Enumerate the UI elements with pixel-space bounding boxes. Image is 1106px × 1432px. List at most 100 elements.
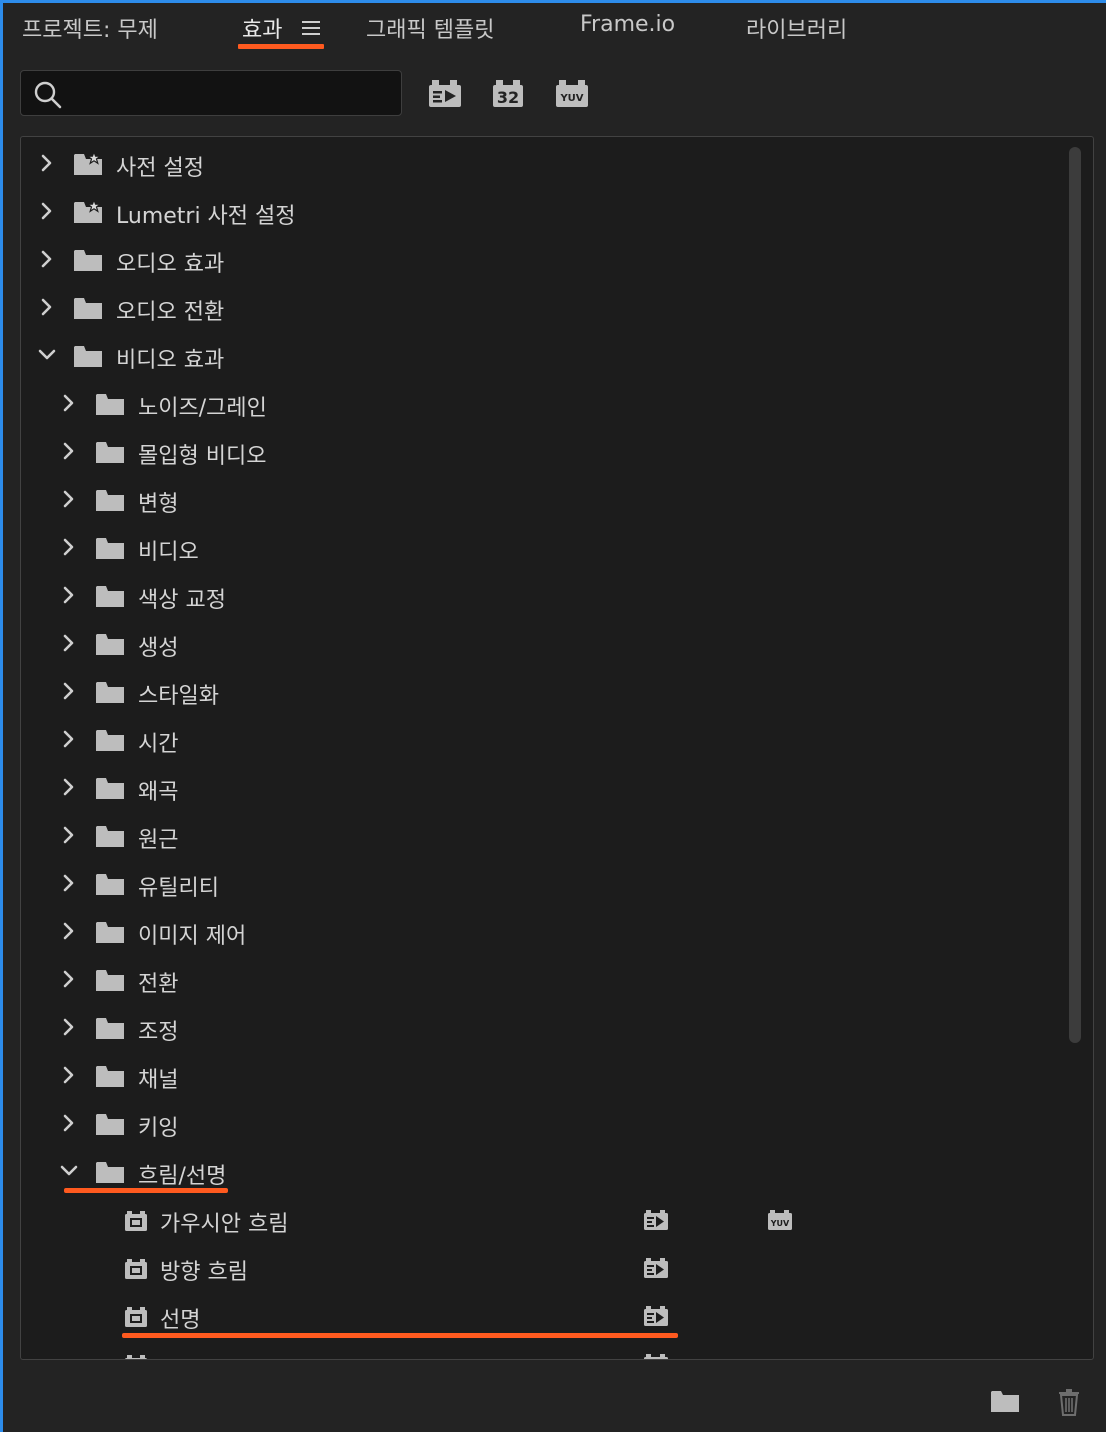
chevron-right-icon[interactable]	[58, 1064, 80, 1086]
chevron-right-icon[interactable]	[36, 248, 58, 270]
effect-item[interactable]	[21, 1340, 1061, 1359]
search-input[interactable]	[81, 79, 395, 109]
chevron-right-icon[interactable]	[58, 680, 80, 702]
search-icon	[34, 81, 62, 109]
tab-effects[interactable]: 효과	[242, 12, 282, 44]
tree-folder-item[interactable]: 오디오 효과	[21, 236, 1061, 284]
folder-icon	[95, 488, 125, 511]
32-bit-color-icon[interactable]: 32	[492, 79, 524, 109]
tree-folder-item[interactable]: 비디오	[21, 524, 1061, 572]
tree-item-label: 흐림/선명	[138, 1164, 227, 1189]
folder-icon	[95, 728, 125, 751]
chevron-right-icon[interactable]	[58, 728, 80, 750]
tree-item-label: 비디오 효과	[116, 348, 225, 373]
highlight-underline-sharpen	[122, 1333, 678, 1338]
tree-item-label: 색상 교정	[138, 588, 226, 613]
tree-folder-item[interactable]: 왜곡	[21, 764, 1061, 812]
tree-item-label: 시간	[138, 732, 179, 757]
chevron-right-icon[interactable]	[58, 824, 80, 846]
folder-icon	[95, 440, 125, 463]
new-custom-bin-icon[interactable]	[990, 1388, 1020, 1414]
chevron-right-icon[interactable]	[36, 152, 58, 174]
video-effect-icon	[124, 1210, 148, 1232]
tree-folder-item[interactable]: 몰입형 비디오	[21, 428, 1061, 476]
effect-item-label: 가우시안 흐림	[160, 1212, 289, 1237]
tree-folder-item[interactable]: 채널	[21, 1052, 1061, 1100]
tree-folder-item[interactable]: 변형	[21, 476, 1061, 524]
tree-folder-item[interactable]: 이미지 제어	[21, 908, 1061, 956]
accelerated-effect-badge-icon	[643, 1305, 669, 1327]
chevron-right-icon[interactable]	[36, 200, 58, 222]
tree-item-label: 채널	[138, 1068, 179, 1093]
tab-graphic-templates[interactable]: 그래픽 템플릿	[366, 12, 494, 44]
scrollbar-thumb[interactable]	[1069, 147, 1081, 1043]
folder-icon	[95, 776, 125, 799]
chevron-down-icon[interactable]	[36, 344, 58, 366]
folder-icon	[95, 392, 125, 415]
folder-icon	[95, 968, 125, 991]
tree-folder-item[interactable]: 비디오 효과	[21, 332, 1061, 380]
tree-folder-item[interactable]: Lumetri 사전 설정	[21, 188, 1061, 236]
tree-item-label: 사전 설정	[116, 156, 204, 181]
tree-folder-item[interactable]: 오디오 전환	[21, 284, 1061, 332]
yuv-badge-label: YUV	[770, 1219, 790, 1228]
folder-icon	[73, 344, 103, 367]
effects-tree-panel: 사전 설정 Lumetri 사전 설정오디오 효과오디오 전환비디오 효과노이즈/…	[20, 136, 1094, 1360]
tree-item-label: 오디오 효과	[116, 252, 225, 277]
tree-folder-item[interactable]: 조정	[21, 1004, 1061, 1052]
tree-folder-item[interactable]: 전환	[21, 956, 1061, 1004]
folder-icon	[73, 248, 103, 271]
effect-item[interactable]: 가우시안 흐림 YUV	[21, 1196, 1061, 1244]
folder-icon	[95, 1160, 125, 1183]
chevron-right-icon[interactable]	[58, 920, 80, 942]
folder-icon	[95, 1064, 125, 1087]
chevron-right-icon[interactable]	[58, 440, 80, 462]
chevron-right-icon[interactable]	[58, 392, 80, 414]
filter-32-label: 32	[497, 88, 519, 107]
tree-folder-item[interactable]: 키잉	[21, 1100, 1061, 1148]
effect-item[interactable]: 방향 흐림	[21, 1244, 1061, 1292]
active-tab-underline	[238, 44, 324, 49]
filter-yuv-label: YUV	[559, 93, 583, 104]
tab-libraries[interactable]: 라이브러리	[746, 12, 847, 44]
chevron-right-icon[interactable]	[58, 872, 80, 894]
tree-folder-item[interactable]: 생성	[21, 620, 1061, 668]
effect-item-label: 선명	[160, 1308, 201, 1333]
tab-frame-io[interactable]: Frame.io	[580, 12, 675, 37]
chevron-right-icon[interactable]	[58, 584, 80, 606]
tree-folder-item[interactable]: 노이즈/그레인	[21, 380, 1061, 428]
tab-project[interactable]: 프로젝트: 무제	[22, 12, 158, 44]
hamburger-menu-icon[interactable]	[302, 20, 320, 36]
chevron-right-icon[interactable]	[58, 488, 80, 510]
chevron-right-icon[interactable]	[58, 968, 80, 990]
chevron-right-icon[interactable]	[58, 536, 80, 558]
chevron-right-icon[interactable]	[58, 1112, 80, 1134]
tree-item-label: 키잉	[138, 1116, 179, 1141]
chevron-right-icon[interactable]	[58, 632, 80, 654]
folder-icon	[95, 584, 125, 607]
folder-icon	[95, 632, 125, 655]
chevron-right-icon[interactable]	[58, 776, 80, 798]
yuv-effects-icon[interactable]: YUV	[555, 79, 589, 109]
tree-folder-item[interactable]: 색상 교정	[21, 572, 1061, 620]
tree-folder-item[interactable]: 유틸리티	[21, 860, 1061, 908]
tree-item-label: Lumetri 사전 설정	[116, 204, 296, 229]
tree-folder-item[interactable]: 원근	[21, 812, 1061, 860]
folder-icon	[95, 920, 125, 943]
accelerated-effect-badge-icon	[643, 1257, 669, 1279]
accelerated-effects-icon[interactable]	[428, 79, 462, 109]
window-focus-border-left	[0, 0, 3, 1432]
preset-folder-icon	[73, 198, 103, 223]
tree-folder-item[interactable]: 사전 설정	[21, 140, 1061, 188]
chevron-right-icon[interactable]	[36, 296, 58, 318]
tree-item-label: 스타일화	[138, 684, 219, 709]
tree-folder-item[interactable]: 스타일화	[21, 668, 1061, 716]
video-effect-icon	[124, 1258, 148, 1280]
chevron-right-icon[interactable]	[58, 1016, 80, 1038]
folder-icon	[95, 1016, 125, 1039]
folder-icon	[95, 1112, 125, 1135]
chevron-down-icon[interactable]	[58, 1160, 80, 1182]
tree-folder-item[interactable]: 시간	[21, 716, 1061, 764]
trash-icon[interactable]	[1058, 1388, 1080, 1416]
tree-item-label: 이미지 제어	[138, 924, 247, 949]
